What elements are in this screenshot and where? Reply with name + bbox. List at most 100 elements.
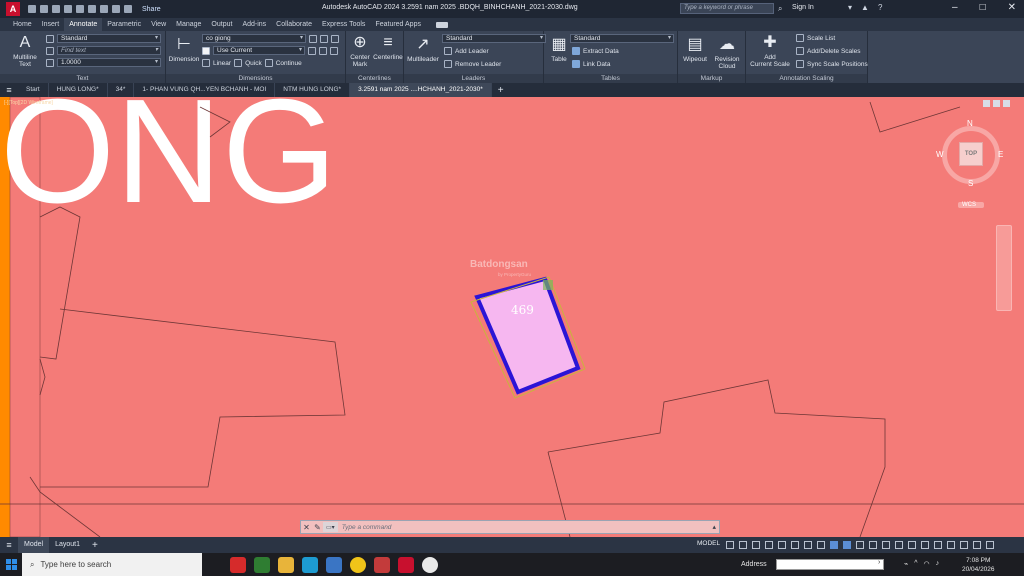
doc-tab-ntm-hung-long[interactable]: NTM HUNG LONG* [275,83,351,97]
object-track-icon[interactable] [791,541,799,549]
tab-addins[interactable]: Add-ins [237,18,271,31]
doc-tab-hung-long[interactable]: HUNG LONG* [49,83,108,97]
dimension-style-select[interactable]: co giong [202,34,306,43]
maximize-icon[interactable]: □ [980,2,986,13]
dim-angle-icon[interactable] [331,34,339,43]
quick-properties-icon[interactable] [921,541,929,549]
panel-title-leaders[interactable]: Leaders [404,74,543,83]
new-tab-plus-icon[interactable]: + [492,85,510,96]
address-toolbar-input[interactable] [776,559,884,570]
osnap-toggle-icon[interactable] [804,541,812,549]
start-button[interactable] [0,553,22,576]
viewport-controls-label[interactable]: [-][Top][2D Wireframe] [4,100,53,106]
transparency-toggle-icon[interactable] [830,541,838,549]
units-icon[interactable] [908,541,916,549]
excel-like-icon[interactable] [254,556,270,573]
minimize-icon[interactable]: – [952,2,958,13]
taskbar-search-box[interactable]: ⌕ Type here to search [22,553,202,576]
open-file-icon[interactable] [40,5,48,13]
command-prompt-icon[interactable]: ▭▾ [323,522,338,532]
chat-app-icon[interactable] [422,556,438,573]
autocad-taskbar-icon[interactable] [398,556,414,573]
address-go-icon[interactable]: › [878,559,880,566]
tab-collaborate[interactable]: Collaborate [271,18,317,31]
model-space-button[interactable]: MODEL [697,540,720,547]
snap-toggle-icon[interactable] [739,541,747,549]
grid-toggle-icon[interactable] [726,541,734,549]
doc-tab-start[interactable]: Start [18,83,49,97]
multiline-text-button[interactable]: A Multiline Text [8,34,42,68]
share-button[interactable]: Share [142,6,161,13]
lock-ui-icon[interactable] [934,541,942,549]
text-height-input[interactable]: 1.0000 [57,58,161,67]
panel-title-annotation-scaling[interactable]: Annotation Scaling [746,74,867,83]
layout-menu-icon[interactable]: ≡ [0,540,18,550]
wifi-icon[interactable]: ◠ [924,560,930,568]
panel-title-centerlines[interactable]: Centerlines [346,74,403,83]
lineweight-toggle-icon[interactable] [817,541,825,549]
edge-browser-icon[interactable] [302,556,318,573]
dim-tool-icon[interactable] [309,34,317,43]
close-icon[interactable]: ✕ [1008,2,1016,13]
new-file-icon[interactable] [28,5,36,13]
tab-insert[interactable]: Insert [37,18,65,31]
tab-featured-apps[interactable]: Featured Apps [370,18,426,31]
find-text-input[interactable]: Find text [57,46,161,55]
dim-adjust-icon[interactable] [319,46,327,55]
redo-icon[interactable] [124,5,132,13]
polar-toggle-icon[interactable] [765,541,773,549]
parcel-469-highlight[interactable] [474,276,581,395]
help-search-input[interactable]: Type a keyword or phrase [680,3,774,14]
cloud-open-icon[interactable] [76,5,84,13]
tab-annotate[interactable]: Annotate [64,18,103,31]
cart-icon[interactable]: ▾ [848,3,852,12]
tab-manage[interactable]: Manage [171,18,206,31]
quick-button[interactable]: Quick [245,60,262,67]
extract-data-button[interactable]: Extract Data [583,48,619,55]
dimension-button[interactable]: ⊢ Dimension [168,36,200,63]
hamburger-menu-icon[interactable]: ≡ [0,85,18,95]
wipeout-button[interactable]: ▤ Wipeout [680,36,710,63]
command-input[interactable]: Type a command [342,524,713,531]
layout-tab-model[interactable]: Model [18,537,50,553]
annotation-monitor-icon[interactable] [895,541,903,549]
compass-east[interactable]: E [998,150,1003,159]
dim-break-icon[interactable] [308,46,316,55]
store-icon[interactable] [326,556,342,573]
viewcube[interactable]: TOP N S W E [936,117,1008,197]
viewport-restore-icon[interactable] [993,100,1000,107]
annotation-visibility-icon[interactable] [869,541,877,549]
continue-button[interactable]: Continue [276,60,302,67]
help-icon[interactable]: ? [878,3,882,12]
link-data-button[interactable]: Link Data [583,61,610,68]
add-layout-plus-icon[interactable]: + [86,540,104,551]
selection-cycling-icon[interactable] [843,541,851,549]
viewcube-top-face[interactable]: TOP [959,142,983,166]
network-icon[interactable]: ⌁ [904,560,908,568]
revision-cloud-button[interactable]: ☁ Revision Cloud [710,36,744,70]
tab-express-tools[interactable]: Express Tools [317,18,370,31]
save-icon[interactable] [52,5,60,13]
panel-title-tables[interactable]: Tables [544,74,677,83]
volume-icon[interactable]: ♪ [936,560,940,568]
doc-tab-active-drawing[interactable]: 3.2591 nam 2025 ....HCHANH_2021-2030* [350,83,492,97]
doc-tab-phan-vung[interactable]: 1- PHAN VUNG QH...YEN BCHANH - MOI [134,83,276,97]
add-leader-button[interactable]: Add Leader [455,48,489,55]
dim-text-icon[interactable] [320,34,328,43]
wps-office-icon[interactable] [230,556,246,573]
sign-in-button[interactable]: Sign In [792,4,814,11]
compass-south[interactable]: S [968,179,973,188]
ribbon-toggle-icon[interactable] [435,21,448,28]
text-style-select[interactable]: Standard [57,34,161,43]
print-icon[interactable] [100,5,108,13]
isodraft-toggle-icon[interactable] [778,541,786,549]
system-clock[interactable]: 7:08 PM 20/04/2026 [962,556,995,574]
save-as-icon[interactable] [64,5,72,13]
viewport-close-icon[interactable] [1003,100,1010,107]
cloud-save-icon[interactable] [88,5,96,13]
panel-title-dimensions[interactable]: Dimensions [166,74,345,83]
add-delete-scales-button[interactable]: Add/Delete Scales [807,48,860,55]
ortho-toggle-icon[interactable] [752,541,760,549]
doc-tab-34[interactable]: 34* [108,83,135,97]
multileader-button[interactable]: ↗ Multileader [406,36,440,63]
